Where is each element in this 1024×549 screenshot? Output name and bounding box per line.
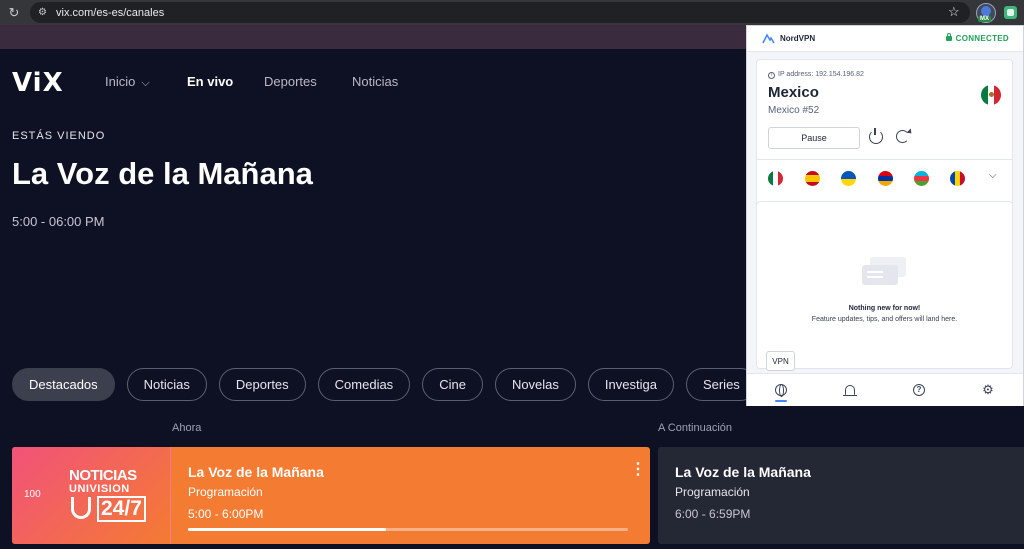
current-program-time: 5:00 - 6:00PM: [188, 507, 264, 521]
nordvpn-popup: NordVPN CONNECTED i IP address: 192.154.1…: [746, 25, 1024, 406]
bell-icon: [843, 385, 857, 396]
site-settings-icon[interactable]: ⚙: [38, 7, 54, 18]
gear-icon: ⚙: [982, 382, 994, 397]
univision-u-icon: [71, 497, 91, 519]
chip-novelas[interactable]: Novelas: [494, 368, 576, 401]
chip-deportes[interactable]: Deportes: [218, 368, 306, 401]
tab-vpn[interactable]: [766, 374, 796, 406]
program-time: 5:00 - 06:00 PM: [12, 214, 105, 229]
divider: [757, 159, 1012, 160]
logo-line: 24/7: [97, 496, 146, 522]
chip-destacados[interactable]: Destacados: [12, 368, 115, 401]
logo-line: UNIVISION: [69, 483, 130, 495]
nav-noticias[interactable]: Noticias: [352, 74, 398, 89]
category-chips: Destacados Noticias Deportes Comedias Ci…: [12, 368, 757, 401]
reconnect-icon[interactable]: [896, 130, 909, 143]
current-program-title: La Voz de la Mañana: [188, 464, 324, 480]
logo-line: NOTICIAS: [69, 467, 137, 484]
chip-investiga[interactable]: Investiga: [587, 368, 674, 401]
chip-cine[interactable]: Cine: [422, 368, 483, 401]
connected-country: Mexico: [768, 84, 819, 101]
card-shape: [862, 265, 898, 285]
moldova-flag[interactable]: [950, 171, 965, 186]
armenia-flag[interactable]: [878, 171, 893, 186]
channel-number: 100: [24, 489, 41, 500]
tab-help[interactable]: ?: [904, 374, 934, 406]
extension-icon[interactable]: [1004, 6, 1017, 19]
ip-address: i IP address: 192.154.196.82: [768, 71, 864, 79]
power-icon[interactable]: [869, 128, 883, 144]
nav-en-vivo[interactable]: En vivo: [187, 74, 233, 89]
bookmark-star-icon[interactable]: ☆: [948, 4, 960, 20]
chip-noticias[interactable]: Noticias: [126, 368, 207, 401]
nav-label: Inicio: [105, 74, 136, 89]
news-empty-title: Nothing new for now!: [848, 305, 921, 312]
next-program-time: 6:00 - 6:59PM: [675, 507, 751, 521]
news-empty-subtitle: Feature updates, tips, and offers will l…: [811, 316, 958, 323]
channel-tile[interactable]: 100 NOTICIAS UNIVISION 24/7: [12, 447, 171, 544]
azerbaijan-flag[interactable]: [914, 171, 929, 186]
vpn-brand: NordVPN: [780, 34, 816, 43]
mexico-flag-icon: [981, 85, 1001, 105]
globe-icon: [981, 6, 991, 16]
extension-badge: MX: [978, 16, 991, 22]
next-program-card[interactable]: La Voz de la Mañana Programación 6:00 - …: [658, 447, 1024, 544]
vpn-tooltip: VPN: [766, 351, 795, 371]
chip-comedias[interactable]: Comedias: [317, 368, 411, 401]
address-bar[interactable]: ⚙ vix.com/es-es/canales: [30, 2, 970, 23]
nordvpn-extension-icon[interactable]: MX: [976, 3, 996, 23]
progress-fill: [188, 528, 386, 531]
reload-icon[interactable]: ↻: [0, 5, 28, 21]
help-icon: ?: [913, 384, 925, 396]
program-title: La Voz de la Mañana: [12, 156, 313, 191]
news-panel: Nothing new for now! Feature updates, ti…: [756, 201, 1013, 369]
browser-toolbar: ↻ ⚙ vix.com/es-es/canales ☆ MX: [0, 0, 1024, 25]
connected-server: Mexico #52: [768, 105, 820, 116]
noticias-univision-logo: NOTICIAS UNIVISION 24/7: [69, 467, 155, 525]
spain-flag[interactable]: [805, 171, 820, 186]
next-program-subtitle: Programación: [675, 485, 750, 499]
nav-inicio[interactable]: Inicio ⌵: [105, 74, 150, 90]
empty-news-illustration: [862, 257, 908, 287]
tab-settings[interactable]: ⚙: [973, 374, 1003, 406]
tab-notifications[interactable]: [835, 374, 865, 406]
connection-status-text: CONNECTED: [955, 34, 1009, 43]
vpn-tab-bar: ? ⚙: [747, 373, 1023, 406]
url-text: vix.com/es-es/canales: [56, 6, 165, 19]
ukraine-flag[interactable]: [841, 171, 856, 186]
current-program-subtitle: Programación: [188, 485, 263, 499]
next-program-title: La Voz de la Mañana: [675, 464, 811, 480]
mexico-flag[interactable]: [768, 171, 783, 186]
now-column-label: Ahora: [172, 422, 202, 434]
now-watching-label: ESTÁS VIENDO: [12, 130, 106, 142]
connection-status: CONNECTED: [945, 33, 1009, 43]
vpn-header: NordVPN CONNECTED: [747, 26, 1023, 52]
globe-icon: [775, 384, 787, 397]
next-column-label: A Continuación: [658, 422, 732, 434]
chevron-down-icon: ⌵: [141, 77, 150, 89]
lock-icon: [945, 33, 952, 41]
connection-panel: i IP address: 192.154.196.82 Mexico Mexic…: [756, 59, 1013, 223]
vix-logo[interactable]: ViX: [12, 68, 64, 98]
current-program-card[interactable]: 100 NOTICIAS UNIVISION 24/7 La Voz de la…: [12, 447, 650, 544]
ip-address-text: IP address: 192.154.196.82: [778, 71, 864, 78]
info-icon[interactable]: i: [768, 72, 775, 79]
pause-button[interactable]: Pause: [768, 127, 860, 149]
program-progress-bar: [188, 528, 628, 531]
nav-deportes[interactable]: Deportes: [264, 74, 317, 89]
chevron-down-icon[interactable]: ⌵: [989, 170, 997, 181]
more-options-icon[interactable]: ⋮: [630, 461, 646, 479]
nordvpn-logo-icon: [762, 33, 775, 44]
